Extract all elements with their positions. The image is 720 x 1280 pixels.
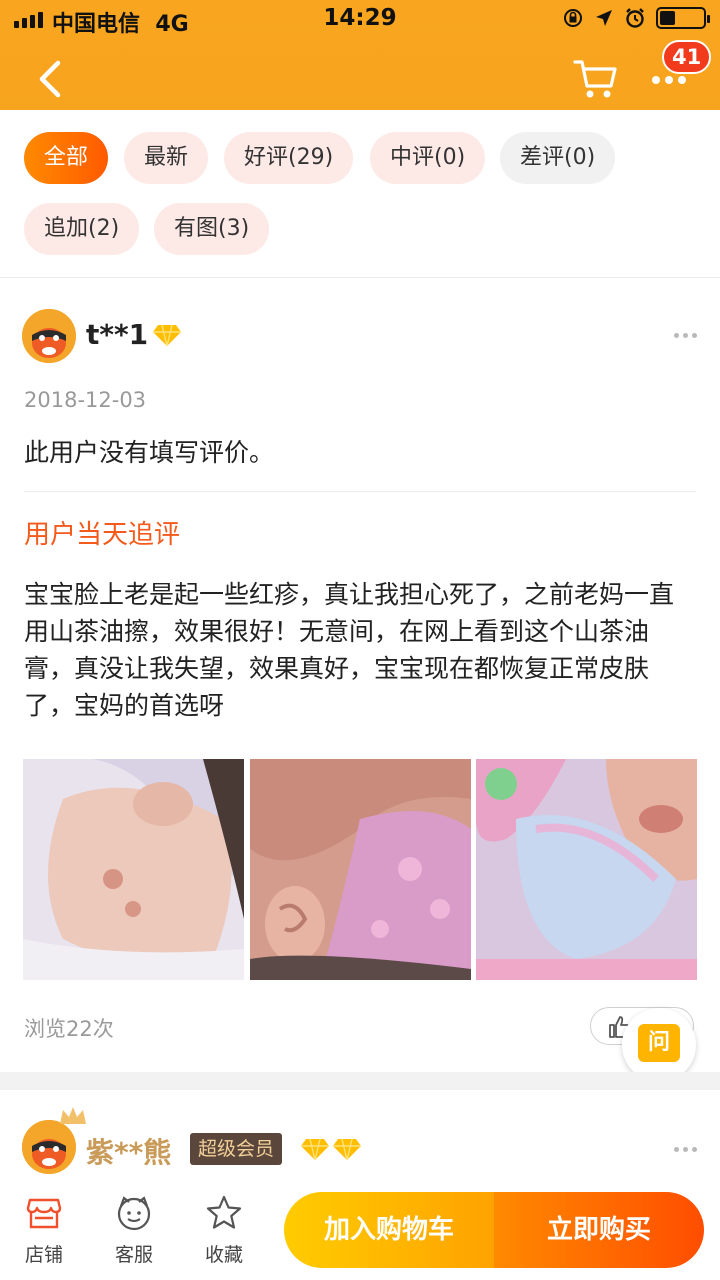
filter-chip-with-images[interactable]: 有图(3) bbox=[154, 203, 270, 255]
bottom-action-bar: 店铺 客服 收藏 加入购物车 立即购买 bbox=[0, 1180, 720, 1280]
view-count: 浏览22次 bbox=[24, 1017, 114, 1041]
filter-chip-latest[interactable]: 最新 bbox=[124, 132, 209, 184]
tab-shop-label: 店铺 bbox=[24, 1244, 63, 1266]
filter-chip-followup[interactable]: 追加(2) bbox=[24, 203, 140, 255]
review-photo[interactable] bbox=[476, 759, 697, 980]
baby-photo-2-image bbox=[250, 759, 471, 980]
alarm-icon bbox=[626, 8, 644, 28]
mascot-avatar-icon bbox=[22, 1120, 76, 1174]
review-photo[interactable] bbox=[250, 759, 471, 980]
review-text: 此用户没有填写评价。 bbox=[24, 438, 275, 467]
tab-favorite-label: 收藏 bbox=[204, 1244, 243, 1266]
filter-chip-bad[interactable]: 差评(0) bbox=[500, 132, 616, 184]
location-arrow-icon bbox=[596, 10, 612, 26]
filter-chip-medium[interactable]: 中评(0) bbox=[370, 132, 486, 184]
filter-chip-good[interactable]: 好评(29) bbox=[224, 132, 354, 184]
super-member-badge: 超级会员 bbox=[190, 1133, 283, 1165]
review-filter-bar: 全部 最新 好评(29) 中评(0) 差评(0) 追加(2) 有图(3) bbox=[0, 110, 720, 278]
baby-photo-1-image bbox=[23, 759, 244, 980]
status-icons bbox=[562, 7, 710, 29]
shop-icon bbox=[26, 1198, 62, 1229]
rotation-lock-icon bbox=[564, 9, 582, 27]
section-gap bbox=[0, 1072, 720, 1090]
avatar[interactable] bbox=[22, 309, 76, 363]
followup-title: 用户当天追评 bbox=[24, 520, 181, 550]
customer-service-icon bbox=[117, 1196, 151, 1231]
top-header: 中国电信 4G 14:29 41 bbox=[0, 0, 720, 110]
avatar[interactable] bbox=[22, 1120, 76, 1174]
diamond-level-icon bbox=[300, 1137, 362, 1161]
more-dots-icon bbox=[652, 76, 686, 84]
review-date: 2018-12-03 bbox=[24, 388, 147, 412]
baby-photo-3-image bbox=[476, 759, 697, 980]
reviewer-name[interactable]: 紫**熊 bbox=[86, 1131, 171, 1171]
mascot-avatar-icon bbox=[22, 309, 76, 363]
tab-shop[interactable]: 店铺 bbox=[12, 1194, 76, 1267]
tab-service-label: 客服 bbox=[114, 1244, 153, 1266]
battery-icon bbox=[656, 7, 710, 29]
status-bar: 中国电信 4G 14:29 bbox=[0, 0, 720, 40]
add-to-cart-button[interactable]: 加入购物车 bbox=[284, 1192, 494, 1268]
star-icon bbox=[206, 1195, 242, 1229]
divider bbox=[24, 491, 696, 492]
tab-favorite[interactable]: 收藏 bbox=[192, 1194, 256, 1267]
review-more-icon[interactable] bbox=[674, 1147, 697, 1152]
review-photo[interactable] bbox=[23, 759, 244, 980]
review-more-icon[interactable] bbox=[674, 333, 697, 338]
tab-customer-service[interactable]: 客服 bbox=[102, 1194, 166, 1267]
filter-chip-all[interactable]: 全部 bbox=[24, 132, 109, 184]
reviewer-name[interactable]: t**1 bbox=[86, 318, 148, 351]
message-badge: 41 bbox=[662, 40, 712, 74]
followup-text: 宝宝脸上老是起一些红疹，真让我担心死了，之前老妈一直用山茶油擦，效果很好！无意间… bbox=[24, 580, 675, 720]
buy-now-button[interactable]: 立即购买 bbox=[494, 1192, 704, 1268]
ask-icon: 问 bbox=[638, 1024, 680, 1062]
diamond-level-icon bbox=[152, 323, 182, 347]
back-chevron-icon[interactable] bbox=[28, 55, 72, 103]
crown-icon bbox=[60, 1107, 86, 1124]
ask-question-button[interactable]: 问 bbox=[622, 1008, 696, 1082]
cart-icon[interactable] bbox=[572, 58, 620, 100]
